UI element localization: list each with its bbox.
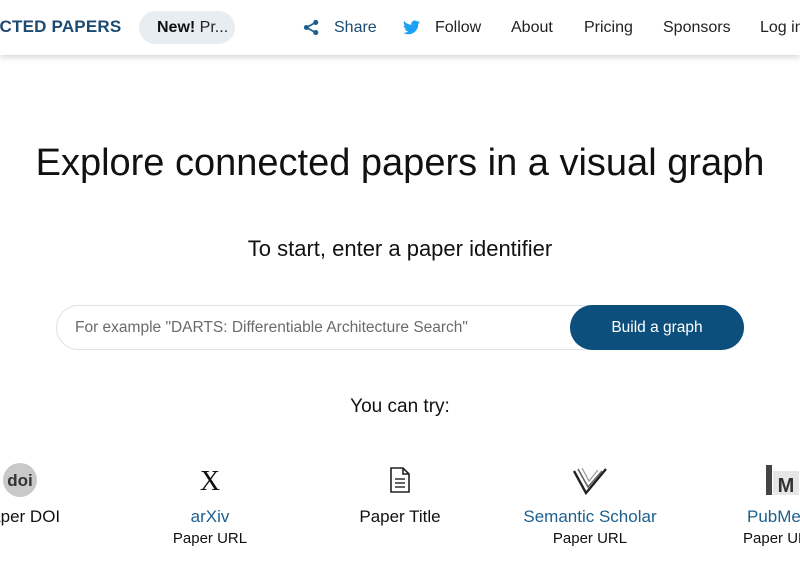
try-item-sub: Paper URL bbox=[172, 530, 248, 547]
svg-text:doi: doi bbox=[7, 471, 33, 490]
try-item-arxiv[interactable]: X arXiv Paper URL bbox=[110, 460, 310, 547]
pubmed-icon: M bbox=[680, 460, 800, 500]
semantic-scholar-icon bbox=[490, 460, 690, 500]
document-icon bbox=[300, 460, 500, 500]
follow-label: Follow bbox=[435, 19, 482, 36]
site-logo[interactable]: ECTED PAPERS bbox=[0, 17, 121, 37]
nav-sponsors[interactable]: Sponsors bbox=[663, 0, 731, 55]
svg-text:X: X bbox=[200, 468, 220, 492]
nav-about[interactable]: About bbox=[511, 0, 553, 55]
follow-button[interactable]: Follow bbox=[403, 0, 481, 55]
news-text: Pr... bbox=[195, 19, 229, 36]
search-input[interactable] bbox=[75, 306, 565, 349]
search-bar: Build a graph bbox=[56, 305, 744, 350]
try-item-pubmed[interactable]: M PubMed Paper URL bbox=[680, 460, 800, 547]
try-item-semantic-scholar[interactable]: Semantic Scholar Paper URL bbox=[490, 460, 690, 547]
try-item-sub: Paper URL bbox=[552, 530, 628, 547]
try-item-name: Semantic Scholar bbox=[523, 507, 657, 526]
try-item-title[interactable]: Paper Title bbox=[300, 460, 500, 527]
share-icon bbox=[303, 19, 320, 36]
try-item-name: Paper Title bbox=[359, 507, 441, 526]
build-graph-button[interactable]: Build a graph bbox=[570, 305, 744, 350]
try-label: You can try: bbox=[350, 396, 450, 417]
try-item-name: PubMed bbox=[747, 507, 800, 526]
try-item-sub: Paper URL bbox=[743, 530, 800, 547]
hero-title: Explore connected papers in a visual gra… bbox=[35, 142, 765, 184]
top-navbar: ECTED PAPERS New! Pr... Share Follow Abo… bbox=[0, 0, 800, 55]
doi-icon: doi bbox=[0, 460, 120, 500]
nav-login[interactable]: Log in bbox=[760, 0, 800, 55]
share-label: Share bbox=[334, 19, 377, 36]
news-badge: New! bbox=[157, 19, 196, 36]
hero-subtitle: To start, enter a paper identifier bbox=[247, 236, 553, 261]
twitter-bird-icon bbox=[403, 20, 420, 35]
try-item-name: arXiv bbox=[190, 507, 230, 526]
nav-pricing[interactable]: Pricing bbox=[584, 0, 633, 55]
try-item-name: Paper DOI bbox=[0, 507, 61, 526]
share-button[interactable]: Share bbox=[303, 0, 377, 55]
svg-text:M: M bbox=[778, 475, 795, 497]
try-item-doi[interactable]: doi Paper DOI bbox=[0, 460, 120, 527]
arxiv-x-icon: X bbox=[110, 460, 310, 500]
news-pill[interactable]: New! Pr... bbox=[139, 11, 235, 44]
